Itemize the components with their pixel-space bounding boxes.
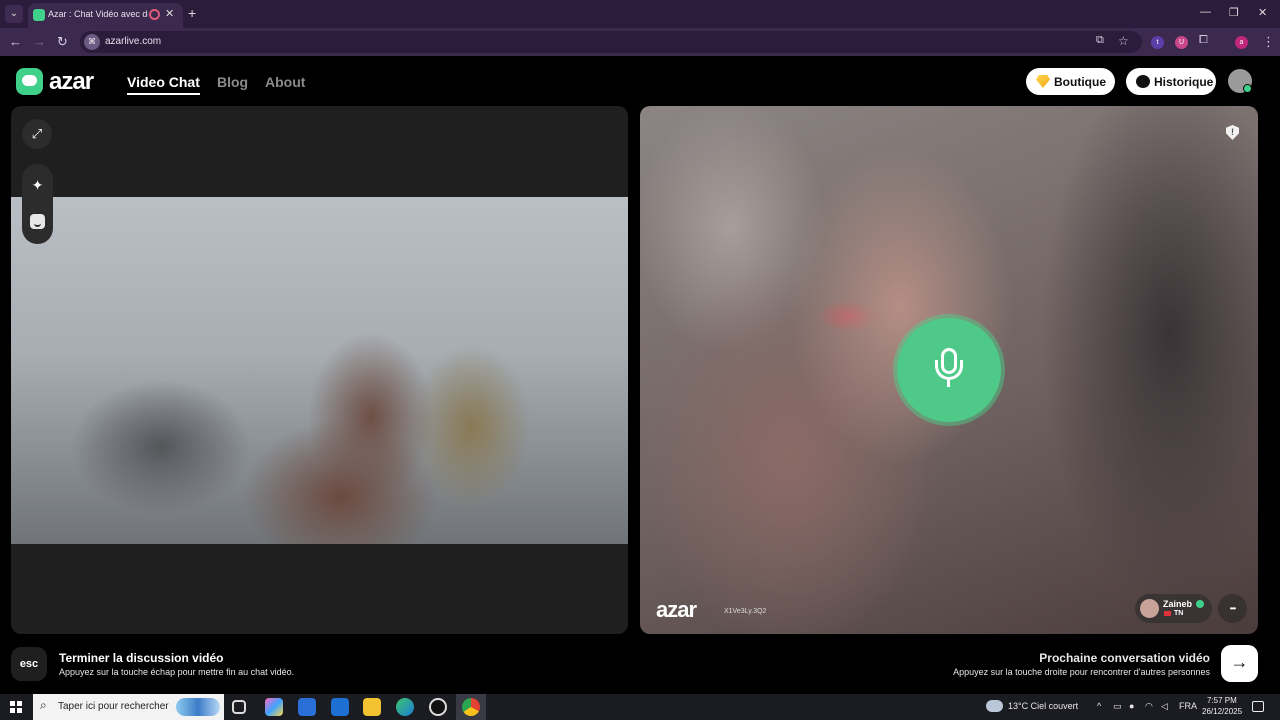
nav-video-chat[interactable]: Video Chat [127,74,200,95]
recording-indicator-icon [149,9,160,20]
azar-logo-icon[interactable] [16,68,43,95]
new-tab-button[interactable]: + [188,5,196,21]
extension-t-icon[interactable]: t [1151,36,1164,49]
diamond-icon [1036,75,1050,88]
next-chat-description: Appuyez sur la touche droite pour rencon… [953,667,1210,677]
self-video-panel: ⤢ ✦ [11,106,628,634]
watermark-id: X1Ve3Ly.3Q2 [724,608,767,615]
online-status-dot [1243,84,1252,93]
azar-page: azar Video Chat Blog About Boutique Hist… [0,56,1280,694]
partner-profile-chip[interactable]: Zaineb TN [1135,594,1212,623]
clock-icon [1136,75,1150,88]
end-chat-description: Appuyez sur la touche échap pour mettre … [59,667,295,677]
browser-tab[interactable]: Azar : Chat Vidéo avec de n ✕ [28,3,183,28]
tab-search-button[interactable]: ⌄ [5,5,23,23]
report-shield-icon[interactable]: ! [1226,125,1239,140]
nav-blog[interactable]: Blog [217,74,248,90]
video-tools-group: ✦ [22,164,53,244]
restore-icon[interactable]: ❐ [1229,6,1239,19]
bookmark-star-icon[interactable]: ☆ [1118,34,1129,48]
face-filter-icon[interactable] [30,214,45,229]
next-chat-arrow-button[interactable]: → [1221,645,1258,682]
self-camera-feed [11,197,628,544]
esc-key-button[interactable]: esc [11,647,47,681]
reload-icon[interactable]: ↻ [57,34,68,50]
site-info-icon[interactable]: ⌘ [84,34,100,50]
azar-logo-text[interactable]: azar [49,68,94,96]
taskbar-time[interactable]: 7:57 PM [1207,696,1237,705]
chat-message-icon[interactable] [1218,594,1247,623]
extensions-puzzle-icon[interactable]: ⧠ [1199,34,1208,47]
tab-close-icon[interactable]: ✕ [165,7,174,20]
end-chat-title: Terminer la discussion vidéo [59,651,224,665]
next-chat-title: Prochaine conversation vidéo [1039,651,1210,665]
historique-button[interactable]: Historique [1126,68,1216,95]
azar-watermark: azar [656,597,697,622]
browser-toolbar: ← → ↻ ⌘ azarlive.com ⧉ ☆ t U ⧠ a ⋮ [0,28,1280,56]
search-highlight-image [176,698,220,716]
boutique-button[interactable]: Boutique [1026,68,1115,95]
partner-country: TN [1174,610,1184,617]
taskbar-date[interactable]: 26/12/2025 [1202,707,1242,716]
store-icon[interactable] [298,698,316,716]
language-indicator[interactable]: FRA [1179,701,1197,711]
window-close-icon[interactable]: ✕ [1258,6,1267,19]
search-icon: ⌕ [40,698,47,712]
verified-badge-icon [1196,600,1204,608]
windows-taskbar: ⌕ Taper ici pour rechercher 13°C Ciel co… [0,694,1280,720]
microphone-tray-icon[interactable]: ● [1129,701,1134,711]
partner-video-panel: ! azar X1Ve3Ly.3Q2 Zaineb TN [640,106,1258,634]
azar-favicon-icon [33,9,45,21]
browser-menu-icon[interactable]: ⋮ [1262,34,1275,50]
address-bar[interactable]: ⌘ azarlive.com [80,31,1142,53]
network-icon[interactable]: ▭ [1113,701,1122,712]
microphone-button[interactable] [897,318,1001,422]
chrome-icon[interactable] [462,698,480,716]
historique-label: Historique [1154,75,1214,89]
tab-title: Azar : Chat Vidéo avec de n [48,9,148,19]
tray-chevron-icon[interactable]: ^ [1097,701,1101,711]
mail-icon[interactable] [331,698,349,716]
windows-start-icon[interactable] [10,701,22,713]
edge-icon[interactable] [396,698,414,716]
taskbar-search-placeholder: Taper ici pour rechercher [58,701,169,712]
nav-about[interactable]: About [265,74,305,90]
profile-avatar-icon[interactable]: a [1235,36,1248,49]
back-icon[interactable]: ← [9,34,22,49]
effects-sparkle-icon[interactable]: ✦ [22,170,53,200]
taskbar-search-box[interactable]: ⌕ Taper ici pour rechercher [33,694,224,720]
extension-u-icon[interactable]: U [1175,36,1188,49]
wifi-icon[interactable]: ◠ [1145,701,1153,712]
expand-icon[interactable]: ⤢ [22,119,52,149]
obs-icon[interactable] [429,698,447,716]
minimize-icon[interactable]: — [1200,6,1211,18]
forward-icon[interactable]: → [33,34,46,49]
notifications-icon[interactable] [1252,701,1264,712]
copilot-icon[interactable] [265,698,283,716]
file-explorer-icon[interactable] [363,698,381,716]
weather-text[interactable]: 13°C Ciel couvert [1008,701,1078,711]
install-app-icon[interactable]: ⧉ [1096,34,1104,47]
partner-avatar [1140,599,1159,618]
browser-tab-strip: ⌄ Azar : Chat Vidéo avec de n ✕ + — ❐ ✕ [0,0,1280,28]
weather-cloud-icon[interactable] [986,700,1003,712]
boutique-label: Boutique [1054,75,1106,89]
tunisia-flag-icon [1164,611,1171,616]
partner-name: Zaineb [1163,599,1193,609]
volume-icon[interactable]: ◁ [1161,701,1168,712]
url-text[interactable]: azarlive.com [105,36,161,47]
task-view-icon[interactable] [232,700,246,714]
